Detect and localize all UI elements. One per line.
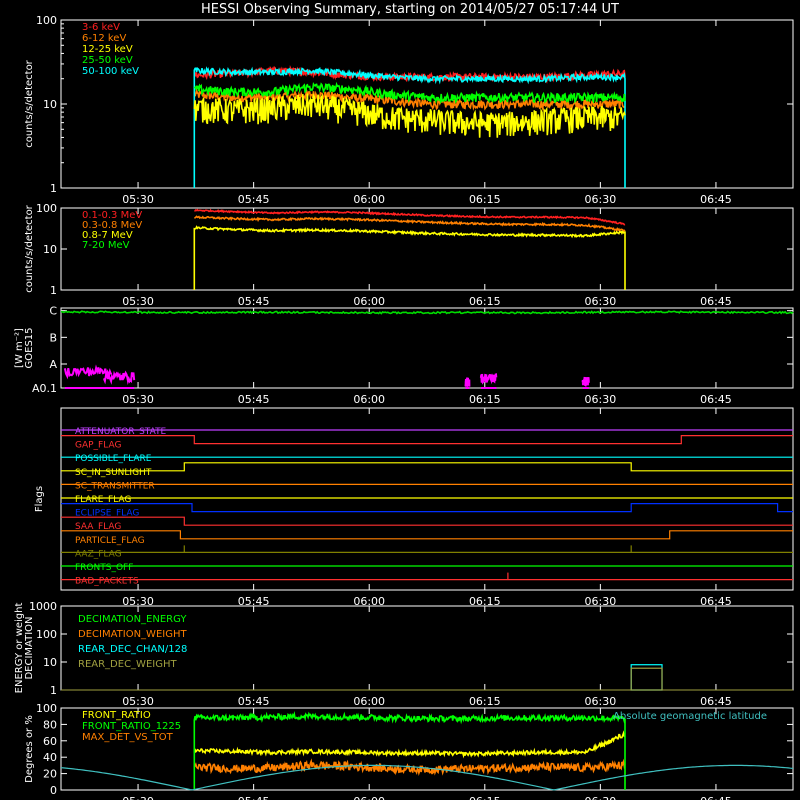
flag-label: BAD_PACKETS [75,577,139,587]
flag-label: SC_TRANSMITTER [75,481,155,491]
time-tick-label: 06:30 [585,393,617,406]
time-tick-label: 05:45 [238,795,270,800]
legend-entry: 25-50 keV [82,55,133,66]
y-tick-label: C [49,305,57,318]
y-tick-label: 100 [36,628,57,641]
legend-entry: REAR_DEC_WEIGHT [78,659,177,670]
time-tick-label: 06:45 [700,695,732,708]
y-tick-label: 10 [43,656,57,669]
time-tick-label: 05:30 [122,795,154,800]
y-axis-label: counts/s/detector [24,204,35,292]
time-tick-label: 06:30 [585,795,617,800]
time-tick-label: 06:15 [469,795,501,800]
time-tick-label: 06:15 [469,295,501,308]
flag-label: GAP_FLAG [75,441,121,451]
time-tick-label: 05:30 [122,193,154,206]
y-tick-label: 100 [36,702,57,715]
y-tick-label: 0 [50,784,57,797]
hessi-summary-figure: HESSI Observing Summary, starting on 201… [0,0,800,800]
legend-entry: 50-100 keV [82,66,139,77]
flag-label: FRONTS_OFF [75,563,133,573]
legend-entry: 7-20 MeV [82,240,130,251]
y-tick-label: 1 [50,284,57,297]
y-tick-label: A [49,358,57,371]
y-tick-label: 40 [43,751,57,764]
y-axis-label: counts/s/detector [24,59,35,147]
time-tick-label: 05:30 [122,695,154,708]
y-tick-label: 1 [50,684,57,697]
time-tick-label: 06:30 [585,695,617,708]
legend-entry: 3-6 keV [82,22,120,33]
legend-entry: FRONT_RATIO_1225 [82,721,181,732]
time-tick-label: 06:45 [700,295,732,308]
flag-label: AAZ_FLAG [75,549,122,559]
time-tick-label: 06:15 [469,193,501,206]
time-tick-label: 06:45 [700,193,732,206]
y-axis-label: DECIMATION [24,616,35,679]
y-tick-label: 80 [43,718,57,731]
series-goes-short [464,377,471,388]
y-tick-label: 100 [36,14,57,27]
y-tick-label: 60 [43,735,57,748]
y-axis-label: Flags [34,486,45,512]
time-tick-label: 06:00 [353,795,385,800]
time-tick-label: 06:00 [353,295,385,308]
time-tick-label: 06:45 [700,795,732,800]
annotation-geomagnetic: Absolute geomagnetic latitude [613,711,767,722]
series-goes-short [581,376,590,388]
y-axis-label-2: [W m⁻²] [14,328,25,368]
legend-entry: MAX_DET_VS_TOT [82,732,174,743]
y-tick-label: B [49,331,57,344]
y-tick-label: 10 [43,243,57,256]
legend-entry: DECIMATION_WEIGHT [78,629,187,640]
legend-entry: 6-12 keV [82,33,126,44]
y-tick-label: 10 [43,98,57,111]
flag-label: SC_IN_SUNLIGHT [75,468,152,478]
legend-entry: REAR_DEC_CHAN/128 [78,644,187,655]
y-tick-label: A0.1 [32,382,57,395]
time-tick-label: 05:45 [238,695,270,708]
legend-entry: FRONT_RATIO [82,710,151,721]
time-tick-label: 05:45 [238,295,270,308]
y-tick-label: 20 [43,768,57,781]
time-tick-label: 06:00 [353,193,385,206]
legend-entry: 12-25 keV [82,44,133,55]
time-tick-label: 06:00 [353,393,385,406]
y-tick-label: 1 [50,182,57,195]
flag-label: POSSIBLE_FLARE [75,454,152,464]
time-tick-label: 06:15 [469,393,501,406]
y-axis-label-2: ENERGY or weight [14,603,25,694]
y-tick-label: 100 [36,202,57,215]
time-tick-label: 06:45 [700,393,732,406]
time-tick-label: 05:30 [122,393,154,406]
y-tick-label: 1000 [29,600,57,613]
time-tick-label: 06:30 [585,295,617,308]
flag-label: PARTICLE_FLAG [75,536,145,546]
figure-title: HESSI Observing Summary, starting on 201… [201,2,619,17]
y-axis-label: GOES15 [24,327,35,368]
y-axis-label: Degrees or % [24,715,35,783]
time-tick-label: 05:45 [238,193,270,206]
time-tick-label: 06:00 [353,695,385,708]
legend-entry: DECIMATION_ENERGY [78,614,187,625]
time-tick-label: 06:15 [469,695,501,708]
time-tick-label: 05:45 [238,393,270,406]
time-tick-label: 05:30 [122,295,154,308]
time-tick-label: 06:30 [585,193,617,206]
